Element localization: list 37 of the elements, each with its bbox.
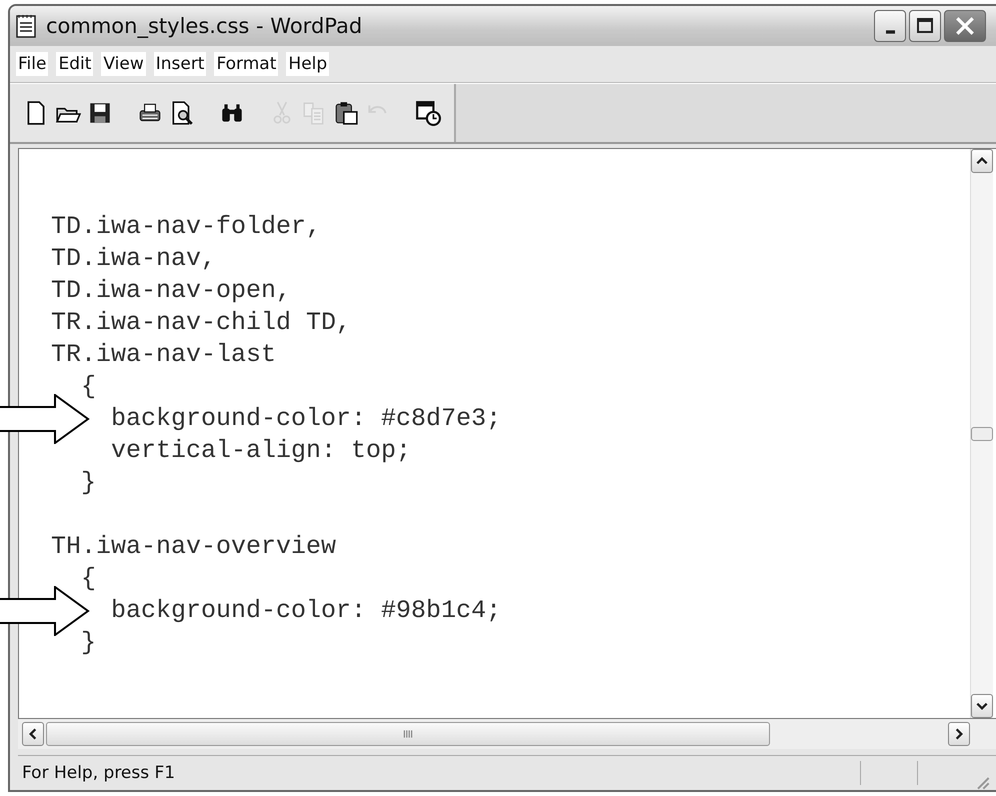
code-line: TD.iwa-nav-folder, bbox=[51, 211, 322, 243]
vertical-scrollbar[interactable] bbox=[970, 149, 993, 718]
minimize-button[interactable] bbox=[874, 10, 906, 42]
code-line: TD.iwa-nav-open, bbox=[51, 275, 292, 307]
scroll-thumb[interactable] bbox=[46, 722, 770, 746]
menu-item[interactable]: Format bbox=[214, 52, 278, 76]
code-line: TH.iwa-nav-overview bbox=[51, 531, 336, 563]
menu-item[interactable]: View bbox=[101, 52, 146, 76]
code-line: } bbox=[80, 467, 96, 499]
close-button[interactable] bbox=[944, 10, 986, 42]
close-icon bbox=[954, 15, 976, 37]
code-line: } bbox=[80, 627, 96, 659]
maximize-button[interactable] bbox=[909, 10, 941, 42]
calendar-clock-icon[interactable] bbox=[414, 99, 442, 127]
horizontal-scrollbar[interactable] bbox=[18, 719, 996, 749]
code-line: TR.iwa-nav-last bbox=[51, 339, 276, 371]
scroll-down-icon[interactable] bbox=[971, 694, 993, 718]
menu-item[interactable]: File bbox=[16, 52, 48, 76]
menu-item[interactable]: Insert bbox=[154, 52, 206, 76]
code-line: TR.iwa-nav-child TD, bbox=[51, 307, 352, 339]
code-line: background-color: #98b1c4; bbox=[110, 595, 502, 627]
document-icon bbox=[16, 14, 36, 38]
menu-item[interactable]: Edit bbox=[56, 52, 94, 76]
code-line: TD.iwa-nav, bbox=[51, 243, 216, 275]
code-line: vertical-align: top; bbox=[110, 435, 412, 467]
minimize-icon bbox=[886, 30, 894, 34]
menu-item[interactable]: Help bbox=[286, 52, 330, 76]
code-line: { bbox=[80, 563, 96, 595]
code-line: { bbox=[80, 371, 96, 403]
scroll-up-icon[interactable] bbox=[971, 149, 993, 173]
scroll-left-icon[interactable] bbox=[22, 722, 44, 746]
scroll-right-icon[interactable] bbox=[948, 722, 970, 746]
maximize-icon bbox=[915, 16, 935, 36]
status-text: For Help, press F1 bbox=[21, 763, 176, 783]
code-line: background-color: #c8d7e3; bbox=[110, 403, 502, 435]
scroll-thumb[interactable] bbox=[971, 426, 993, 440]
window-title: common_styles.css - WordPad bbox=[46, 14, 364, 38]
